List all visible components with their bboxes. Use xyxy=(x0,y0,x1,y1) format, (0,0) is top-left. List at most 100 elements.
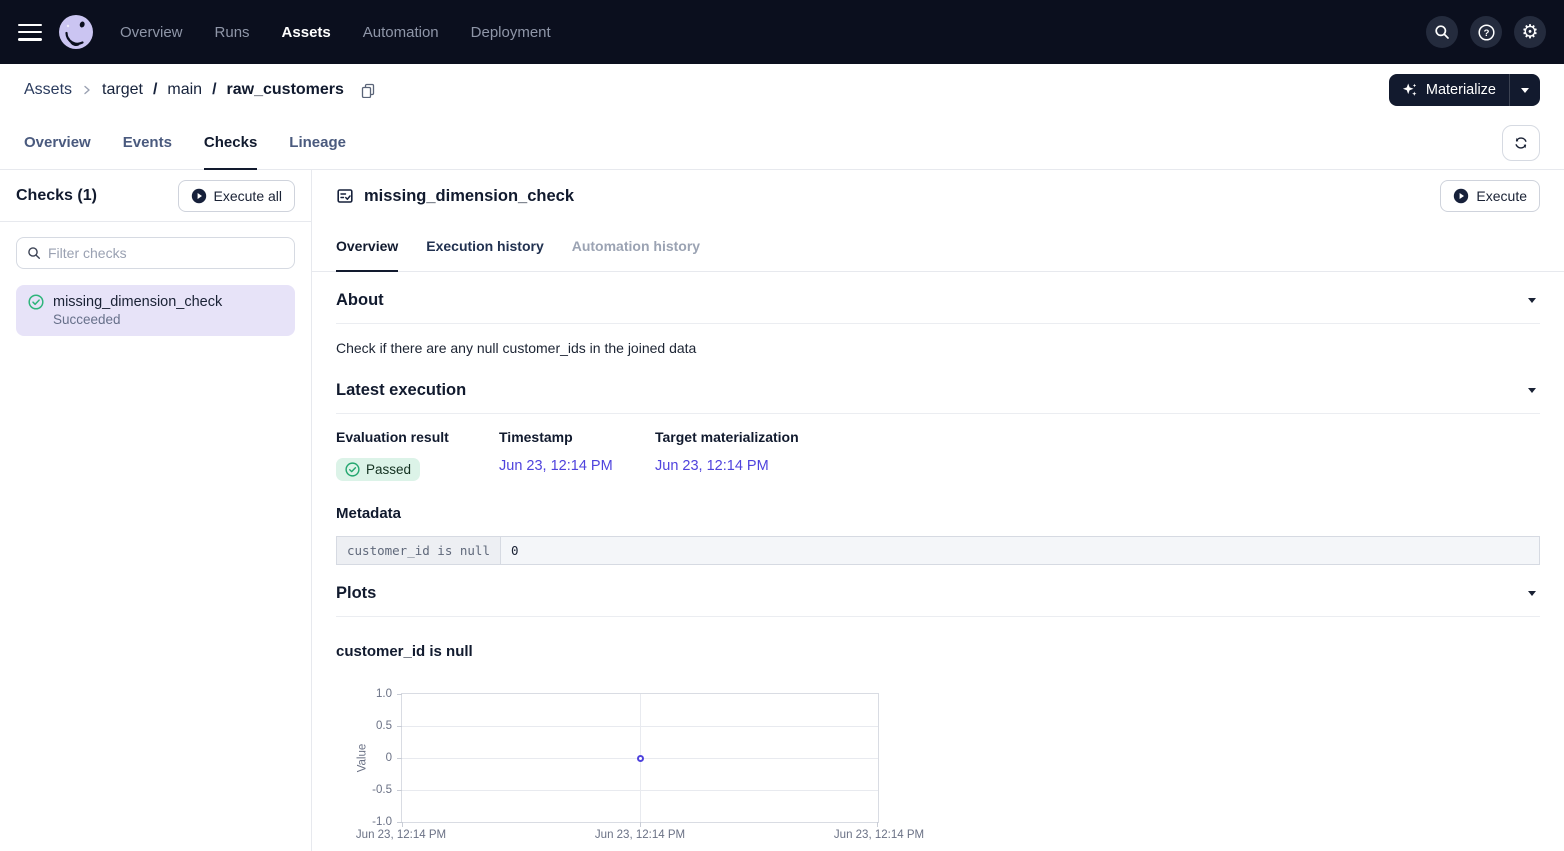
caret-down-icon xyxy=(1528,591,1536,596)
caret-down-icon xyxy=(1528,298,1536,303)
data-point[interactable] xyxy=(637,755,644,762)
x-tick-2: Jun 23, 12:14 PM xyxy=(595,829,685,841)
plots-collapse-button[interactable] xyxy=(1524,587,1540,600)
primary-nav: Overview Runs Assets Automation Deployme… xyxy=(120,24,551,41)
filter-checks-box xyxy=(16,237,295,269)
evaluation-result-label: Evaluation result xyxy=(336,429,499,445)
timestamp-label: Timestamp xyxy=(499,429,655,445)
play-circle-icon xyxy=(191,188,207,204)
plot-area: 1.0 0.5 0 -0.5 -1.0 xyxy=(401,693,879,823)
tab-overview[interactable]: Overview xyxy=(24,117,91,170)
nav-item-overview[interactable]: Overview xyxy=(120,24,183,41)
copy-asset-key-button[interactable] xyxy=(360,82,376,98)
latest-execution-heading: Latest execution xyxy=(336,381,466,400)
target-materialization-label: Target materialization xyxy=(655,429,799,445)
breadcrumb-segment-target: target xyxy=(102,81,143,99)
y-tick-4: -0.5 xyxy=(372,784,392,796)
tab-events[interactable]: Events xyxy=(123,117,172,170)
materialize-button[interactable]: Materialize xyxy=(1389,74,1509,106)
execute-all-button[interactable]: Execute all xyxy=(178,180,295,212)
tab-execution-history[interactable]: Execution history xyxy=(426,222,543,272)
y-axis-label: Value xyxy=(356,744,368,773)
check-title: missing_dimension_check xyxy=(364,187,574,206)
metadata-heading: Metadata xyxy=(336,481,1540,522)
y-tick-5: -1.0 xyxy=(372,816,392,828)
nav-item-assets[interactable]: Assets xyxy=(282,24,331,41)
check-list-item[interactable]: missing_dimension_check Succeeded xyxy=(16,285,295,336)
nav-item-runs[interactable]: Runs xyxy=(215,24,250,41)
checks-panel-title: Checks (1) xyxy=(16,187,97,205)
help-icon: ? xyxy=(1478,24,1495,41)
execute-label: Execute xyxy=(1476,188,1527,204)
top-navbar: Overview Runs Assets Automation Deployme… xyxy=(0,0,1564,64)
help-button[interactable]: ? xyxy=(1470,16,1502,48)
execute-all-label: Execute all xyxy=(214,188,282,204)
plots-section-header: Plots xyxy=(336,565,1540,616)
materialize-dropdown-button[interactable] xyxy=(1509,74,1540,106)
metadata-value: 0 xyxy=(501,537,1539,564)
target-materialization-link[interactable]: Jun 23, 12:14 PM xyxy=(655,458,799,474)
refresh-icon xyxy=(1513,135,1529,151)
play-circle-icon xyxy=(1453,188,1469,204)
plot-title: customer_id is null xyxy=(336,617,1540,660)
execute-button[interactable]: Execute xyxy=(1440,180,1540,212)
tab-automation-history: Automation history xyxy=(572,222,700,272)
breadcrumb-asset-name: raw_customers xyxy=(227,81,344,99)
status-badge-passed: Passed xyxy=(336,458,420,481)
search-icon xyxy=(27,246,41,260)
about-collapse-button[interactable] xyxy=(1524,294,1540,307)
y-tick-3: 0 xyxy=(386,752,392,764)
asset-tabs-row: Overview Events Checks Lineage xyxy=(0,116,1564,170)
plots-heading: Plots xyxy=(336,584,376,603)
about-heading: About xyxy=(336,291,384,310)
metadata-table: customer_id is null 0 xyxy=(336,536,1540,565)
x-tick-3: Jun 23, 12:14 PM xyxy=(834,829,924,841)
nav-item-automation[interactable]: Automation xyxy=(363,24,439,41)
breadcrumb-row: Assets target / main / raw_customers Mat… xyxy=(0,64,1564,116)
breadcrumb: Assets target / main / raw_customers xyxy=(24,81,376,99)
check-circle-icon xyxy=(345,462,360,477)
caret-down-icon xyxy=(1528,388,1536,393)
check-description: Check if there are any null customer_ids… xyxy=(336,324,1540,362)
svg-text:?: ? xyxy=(1483,28,1489,39)
check-detail-tabs: Overview Execution history Automation hi… xyxy=(312,222,1564,272)
check-circle-icon xyxy=(28,294,44,310)
check-item-status: Succeeded xyxy=(53,312,283,327)
refresh-button[interactable] xyxy=(1502,125,1540,161)
latest-execution-section-header: Latest execution xyxy=(336,362,1540,413)
y-tick-1: 1.0 xyxy=(376,688,392,700)
sparkle-icon xyxy=(1402,82,1418,98)
breadcrumb-separator: / xyxy=(151,81,159,99)
checks-sidebar: Checks (1) Execute all xyxy=(0,170,312,851)
chevron-right-icon xyxy=(80,83,94,97)
value-scatter-chart: Value 1.0 0.5 0 -0.5 -1.0 xyxy=(336,693,896,847)
metadata-key: customer_id is null xyxy=(337,537,501,564)
x-tick-1: Jun 23, 12:14 PM xyxy=(356,829,446,841)
tab-lineage[interactable]: Lineage xyxy=(289,117,346,170)
asset-check-icon xyxy=(336,187,354,205)
breadcrumb-separator: / xyxy=(210,81,218,99)
y-tick-2: 0.5 xyxy=(376,720,392,732)
breadcrumb-segment-main: main xyxy=(167,81,202,99)
settings-button[interactable]: ⚙ xyxy=(1514,16,1546,48)
check-item-name: missing_dimension_check xyxy=(53,294,222,310)
passed-label: Passed xyxy=(366,462,411,477)
dagster-logo[interactable] xyxy=(58,14,94,50)
search-icon xyxy=(1434,24,1450,40)
breadcrumb-assets-link[interactable]: Assets xyxy=(24,81,72,99)
timestamp-link[interactable]: Jun 23, 12:14 PM xyxy=(499,458,655,474)
filter-checks-input[interactable] xyxy=(48,245,284,261)
copy-icon xyxy=(360,82,376,98)
materialize-split-button: Materialize xyxy=(1389,74,1540,106)
check-detail-panel: missing_dimension_check Execute Overview… xyxy=(312,170,1564,851)
materialize-label: Materialize xyxy=(1426,82,1496,98)
nav-item-deployment[interactable]: Deployment xyxy=(471,24,551,41)
about-section-header: About xyxy=(336,272,1540,323)
gear-icon: ⚙ xyxy=(1521,23,1538,42)
tab-check-overview[interactable]: Overview xyxy=(336,222,398,272)
tab-checks[interactable]: Checks xyxy=(204,117,257,170)
latest-execution-collapse-button[interactable] xyxy=(1524,384,1540,397)
hamburger-menu-icon[interactable] xyxy=(18,24,42,41)
search-button[interactable] xyxy=(1426,16,1458,48)
caret-down-icon xyxy=(1521,88,1529,93)
